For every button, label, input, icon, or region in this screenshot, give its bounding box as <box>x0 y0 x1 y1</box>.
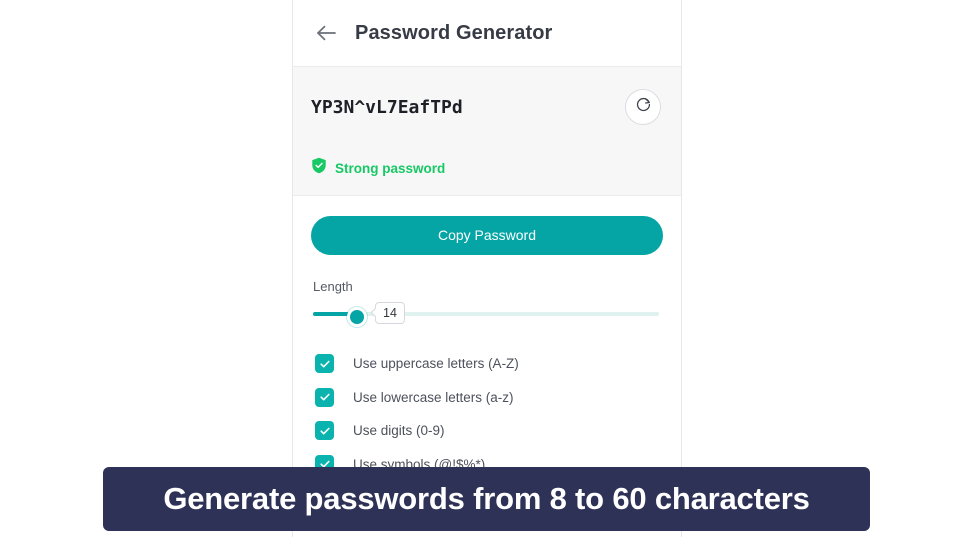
password-generator-card: Password Generator YP3N^vL7EafTPd Strong… <box>292 0 682 537</box>
caption-banner: Generate passwords from 8 to 60 characte… <box>103 467 870 531</box>
length-control: Length 14 <box>311 279 663 327</box>
password-strength-indicator: Strong password <box>311 157 663 179</box>
shield-check-icon <box>311 157 327 179</box>
option-label: Use lowercase letters (a-z) <box>353 389 514 405</box>
length-slider[interactable]: 14 <box>313 302 663 327</box>
option-label: Use uppercase letters (A-Z) <box>353 356 519 372</box>
password-row: YP3N^vL7EafTPd <box>311 89 663 125</box>
checkbox-checked-icon[interactable] <box>315 387 334 407</box>
app-header: Password Generator <box>293 0 681 67</box>
option-uppercase[interactable]: Use uppercase letters (A-Z) <box>311 347 663 381</box>
checkbox-checked-icon[interactable] <box>315 421 334 441</box>
copy-password-button[interactable]: Copy Password <box>311 216 663 255</box>
slider-thumb[interactable] <box>347 307 367 327</box>
caption-text: Generate passwords from 8 to 60 characte… <box>163 481 810 516</box>
regenerate-button[interactable] <box>625 89 661 125</box>
option-label: Use digits (0-9) <box>353 423 445 439</box>
option-digits[interactable]: Use digits (0-9) <box>311 414 663 448</box>
back-button[interactable] <box>311 18 341 48</box>
checkbox-checked-icon[interactable] <box>315 354 334 374</box>
length-label: Length <box>313 279 353 294</box>
page-title: Password Generator <box>355 21 553 44</box>
generated-password-value[interactable]: YP3N^vL7EafTPd <box>311 97 463 118</box>
slider-value-badge: 14 <box>375 302 405 324</box>
strength-label: Strong password <box>335 160 446 176</box>
option-lowercase[interactable]: Use lowercase letters (a-z) <box>311 381 663 415</box>
arrow-left-icon <box>315 24 337 42</box>
password-display-section: YP3N^vL7EafTPd Strong password <box>293 67 681 196</box>
refresh-icon <box>635 96 652 118</box>
